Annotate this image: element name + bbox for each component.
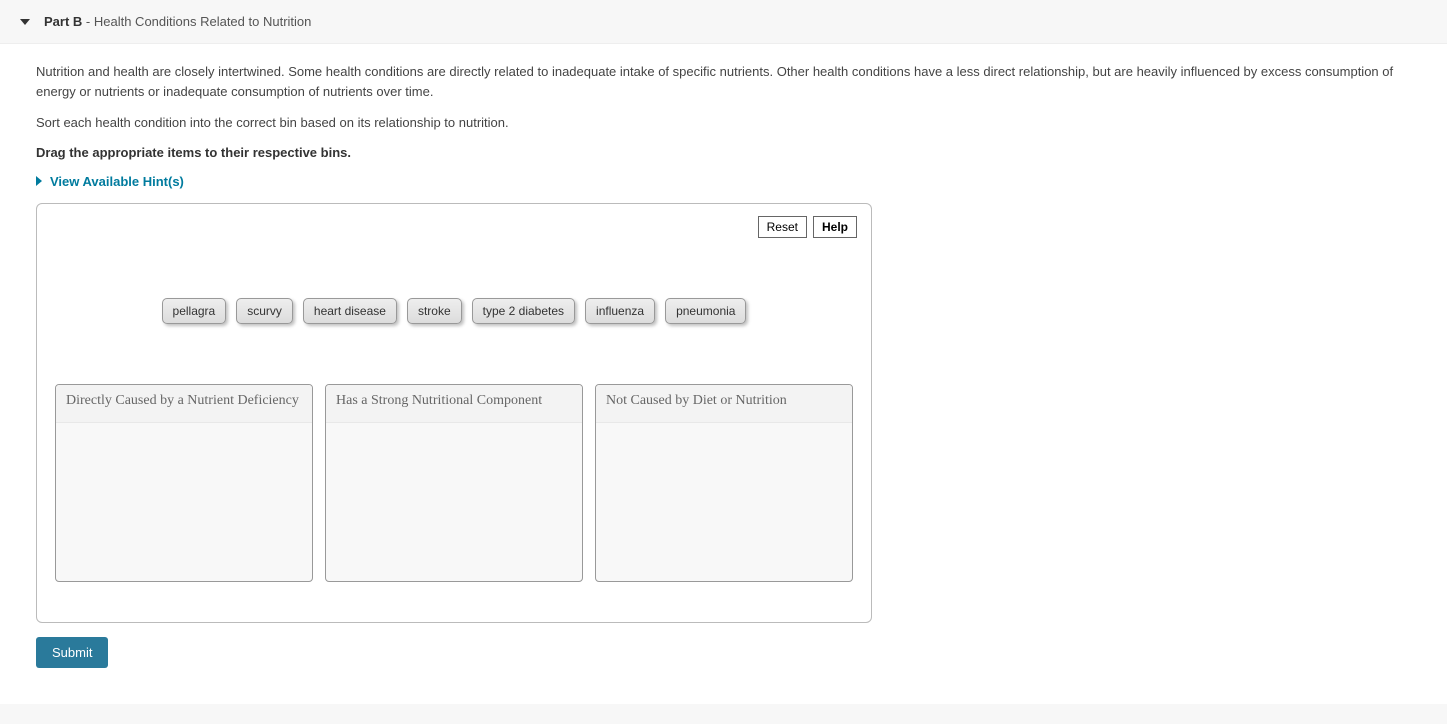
drag-item[interactable]: heart disease [303, 298, 397, 324]
activity-controls: Reset Help [758, 216, 857, 238]
intro-paragraph-2: Sort each health condition into the corr… [36, 113, 1411, 133]
part-heading: Part B - Health Conditions Related to Nu… [44, 14, 311, 29]
chevron-right-icon [36, 176, 42, 186]
reset-button[interactable]: Reset [758, 216, 807, 238]
drag-items-area: pellagra scurvy heart disease stroke typ… [51, 298, 857, 324]
drag-item[interactable]: pneumonia [665, 298, 746, 324]
part-label: Part B [44, 14, 82, 29]
drag-instruction: Drag the appropriate items to their resp… [36, 145, 1411, 160]
submit-button[interactable]: Submit [36, 637, 108, 668]
hints-link-label: View Available Hint(s) [50, 174, 184, 189]
part-header: Part B - Health Conditions Related to Nu… [0, 0, 1447, 44]
part-title: Health Conditions Related to Nutrition [94, 14, 312, 29]
bin-header: Directly Caused by a Nutrient Deficiency [56, 385, 312, 423]
hints-toggle[interactable]: View Available Hint(s) [36, 174, 1411, 189]
drag-item[interactable]: influenza [585, 298, 655, 324]
bin-header: Has a Strong Nutritional Component [326, 385, 582, 423]
bin-nutritional-component[interactable]: Has a Strong Nutritional Component [325, 384, 583, 582]
drag-item[interactable]: pellagra [162, 298, 227, 324]
intro-paragraph-1: Nutrition and health are closely intertw… [36, 62, 1411, 101]
footer-bar [0, 704, 1447, 724]
bin-header: Not Caused by Diet or Nutrition [596, 385, 852, 423]
drag-item[interactable]: scurvy [236, 298, 293, 324]
collapse-icon[interactable] [20, 19, 30, 25]
help-button[interactable]: Help [813, 216, 857, 238]
activity-box: Reset Help pellagra scurvy heart disease… [36, 203, 872, 623]
part-title-sep: - [82, 14, 94, 29]
bin-deficiency[interactable]: Directly Caused by a Nutrient Deficiency [55, 384, 313, 582]
content-area: Nutrition and health are closely intertw… [0, 44, 1447, 688]
drag-item[interactable]: stroke [407, 298, 462, 324]
bins-row: Directly Caused by a Nutrient Deficiency… [51, 384, 857, 582]
drag-item[interactable]: type 2 diabetes [472, 298, 575, 324]
bin-not-diet[interactable]: Not Caused by Diet or Nutrition [595, 384, 853, 582]
